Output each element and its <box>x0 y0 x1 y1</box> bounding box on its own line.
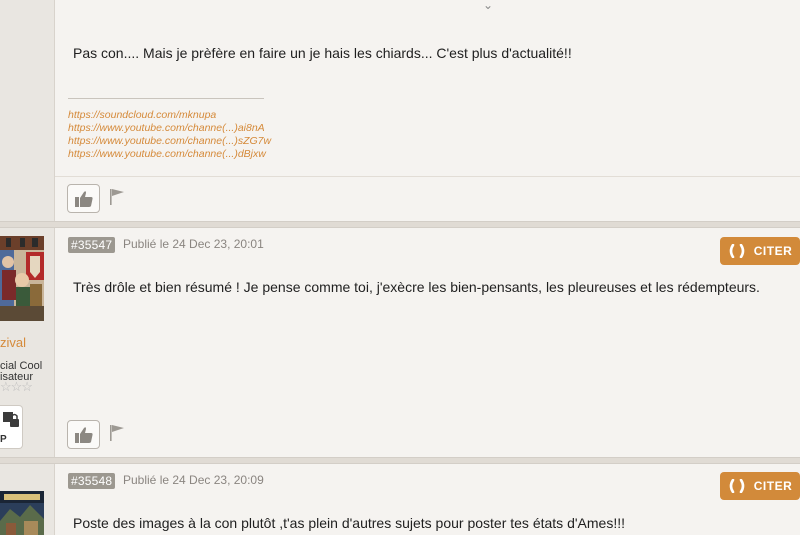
rating-stars: ☆☆☆ <box>0 379 33 394</box>
quote-button[interactable]: CITER <box>720 472 800 500</box>
post1-text: Pas con.... Mais je prèfère en faire un … <box>73 45 572 61</box>
thumbs-up-icon <box>74 190 93 207</box>
signature-link[interactable]: https://www.youtube.com/channe(...)ai8nA <box>68 122 265 134</box>
report-button[interactable] <box>109 188 125 206</box>
signature-link[interactable]: https://www.youtube.com/channe(...)dBjxw <box>68 148 266 160</box>
flag-icon <box>110 189 124 205</box>
like-button[interactable] <box>67 184 100 213</box>
post2-author-sidebar: zival cial Cool isateur ☆☆☆ P <box>0 228 55 457</box>
quote-icon <box>729 479 745 493</box>
lock-icon <box>3 412 19 427</box>
post2-content: #35547 Publié le 24 Dec 23, 20:01 CITER … <box>55 228 800 457</box>
post3-text: Poste des images à la con plutôt ,t'as p… <box>73 515 625 531</box>
signature-link[interactable]: https://soundcloud.com/mknupa <box>68 109 216 121</box>
post-separator <box>0 221 800 228</box>
avatar[interactable] <box>0 491 44 535</box>
post1-content: ⌄ Pas con.... Mais je prèfère en faire u… <box>55 0 800 221</box>
username[interactable]: zival <box>0 335 26 350</box>
thumbs-up-icon <box>74 426 93 443</box>
flag-icon <box>110 425 124 441</box>
quote-icon <box>729 244 745 258</box>
post-date: Publié le 24 Dec 23, 20:01 <box>123 237 264 251</box>
post1-author-sidebar <box>0 0 55 221</box>
avatar[interactable] <box>0 236 44 321</box>
post2-text: Très drôle et bien résumé ! Je pense com… <box>73 279 760 295</box>
quote-button-label: CITER <box>753 479 793 493</box>
post-separator <box>0 457 800 464</box>
like-button[interactable] <box>67 420 100 449</box>
chevron-down-icon[interactable]: ⌄ <box>483 0 493 12</box>
post-toolbar-divider <box>55 176 800 177</box>
post3-author-sidebar <box>0 464 55 535</box>
quote-button-label: CITER <box>753 244 793 258</box>
post-id-link[interactable]: #35548 <box>68 473 116 489</box>
post3-content: #35548 Publié le 24 Dec 23, 20:09 CITER … <box>55 464 800 535</box>
report-button[interactable] <box>109 424 125 442</box>
post-date: Publié le 24 Dec 23, 20:09 <box>123 473 264 487</box>
user-badge: P <box>0 405 23 449</box>
badge-label: P <box>0 434 7 445</box>
post-id-link[interactable]: #35547 <box>68 237 116 253</box>
quote-button[interactable]: CITER <box>720 237 800 265</box>
signature-divider <box>68 98 264 99</box>
signature-link[interactable]: https://www.youtube.com/channe(...)sZG7w <box>68 135 271 147</box>
